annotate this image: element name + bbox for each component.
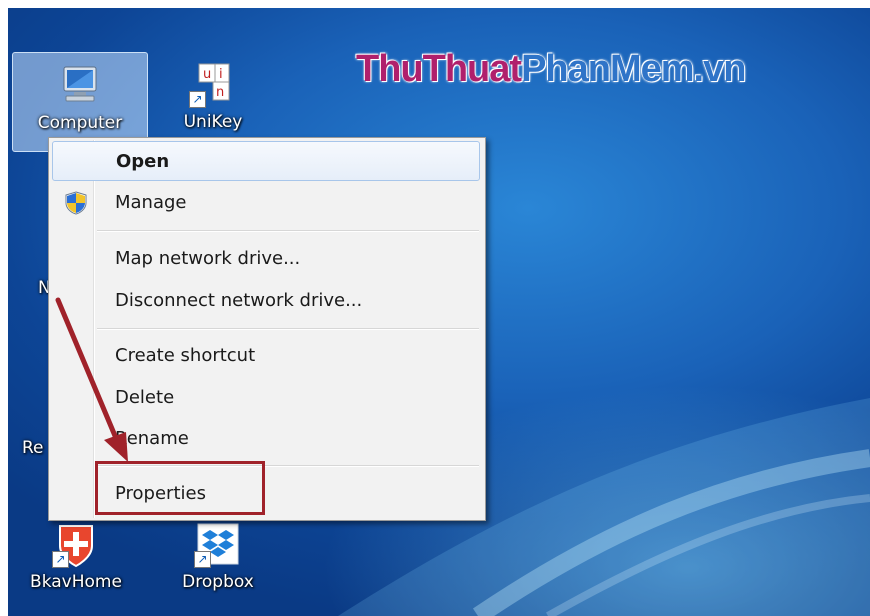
desktop-icon-bkavhome[interactable]: ↗ BkavHome	[21, 520, 131, 592]
menu-item-manage[interactable]: Manage	[52, 183, 478, 221]
menu-item-delete-label: Delete	[115, 387, 175, 408]
svg-text:n: n	[216, 85, 224, 100]
properties-highlight-box	[95, 461, 265, 515]
menu-item-create-shortcut-label: Create shortcut	[115, 345, 256, 366]
menu-separator	[97, 328, 479, 330]
watermark-part-b: PhanMem.vn	[521, 48, 746, 90]
shortcut-arrow-icon: ↗	[189, 91, 206, 108]
menu-item-map-network-drive-label: Map network drive...	[115, 248, 301, 269]
menu-item-disconnect-network-drive-label: Disconnect network drive...	[115, 290, 363, 311]
desktop-icon-computer-label: Computer	[37, 113, 123, 133]
menu-item-rename-label: Rename	[115, 428, 189, 449]
bkavhome-icon: ↗	[52, 520, 100, 568]
menu-item-create-shortcut[interactable]: Create shortcut	[52, 336, 478, 374]
uac-shield-icon	[65, 191, 87, 215]
menu-item-open-label: Open	[116, 151, 170, 172]
menu-item-disconnect-network-drive[interactable]: Disconnect network drive...	[52, 281, 478, 319]
menu-item-open[interactable]: Open	[52, 141, 480, 181]
dropbox-icon: ↗	[194, 520, 242, 568]
watermark-logo: ThuThuatPhanMem.vn	[356, 48, 746, 91]
desktop-icon-unikey-label: UniKey	[183, 112, 243, 132]
menu-item-rename[interactable]: Rename	[52, 419, 478, 457]
svg-text:i: i	[219, 67, 223, 82]
shortcut-arrow-icon: ↗	[194, 551, 211, 568]
menu-separator	[97, 230, 479, 232]
svg-text:u: u	[203, 67, 211, 82]
desktop-icon-dropbox[interactable]: ↗ Dropbox	[163, 520, 273, 592]
shortcut-arrow-icon: ↗	[52, 551, 69, 568]
menu-item-delete[interactable]: Delete	[52, 378, 478, 416]
desktop-icon-unikey[interactable]: u i n ↗ UniKey	[158, 60, 268, 132]
desktop-icon-bkavhome-label: BkavHome	[30, 572, 122, 592]
menu-item-map-network-drive[interactable]: Map network drive...	[52, 239, 478, 277]
computer-icon	[56, 61, 104, 109]
unikey-icon: u i n ↗	[189, 60, 237, 108]
desktop-icon-dropbox-label: Dropbox	[182, 572, 254, 592]
menu-item-manage-label: Manage	[115, 192, 187, 213]
watermark-part-a: ThuThuat	[356, 48, 522, 90]
desktop-icon-recycle-bin-label-partial[interactable]: Re	[22, 438, 44, 458]
